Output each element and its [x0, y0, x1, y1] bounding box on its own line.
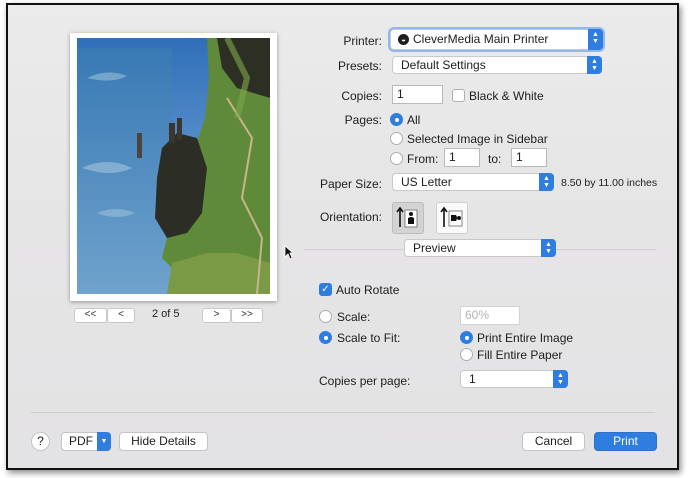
- chevron-updown-icon: ▲ ▼: [587, 56, 602, 74]
- print-entire-image-radio[interactable]: [460, 331, 473, 344]
- scale-to-fit-label: Scale to Fit:: [337, 331, 401, 345]
- black-white-label: Black & White: [469, 89, 544, 103]
- fill-entire-paper-label: Fill Entire Paper: [477, 348, 563, 362]
- section-popup-value: Preview: [413, 241, 456, 255]
- pages-all-radio[interactable]: [390, 113, 403, 126]
- last-page-button[interactable]: >>: [231, 308, 263, 323]
- printer-label: Printer:: [343, 34, 382, 48]
- scale-label: Scale:: [337, 310, 371, 324]
- chevron-updown-icon: ▲ ▼: [588, 29, 603, 50]
- copies-per-page-popup[interactable]: 1 ▲ ▼: [460, 370, 568, 388]
- cancel-button[interactable]: Cancel: [522, 432, 585, 451]
- pages-from-label: From:: [407, 152, 439, 166]
- copies-field[interactable]: 1: [392, 85, 443, 104]
- portrait-icon: [396, 206, 418, 228]
- chevron-updown-icon: ▲ ▼: [539, 173, 554, 191]
- section-popup[interactable]: Preview ▲ ▼: [404, 239, 556, 257]
- chevron-updown-icon: ▲ ▼: [541, 239, 556, 257]
- chevron-down-icon: ▼: [97, 432, 111, 451]
- pages-from-field[interactable]: 1: [444, 148, 480, 167]
- landscape-icon: [440, 206, 463, 227]
- preview-photo: [77, 38, 270, 294]
- copies-label: Copies:: [341, 89, 382, 103]
- printer-popup[interactable]: ◒ CleverMedia Main Printer ▲ ▼: [390, 29, 603, 50]
- pages-from-radio[interactable]: [390, 152, 403, 165]
- print-preview: [70, 33, 277, 301]
- pages-all-label: All: [407, 113, 421, 127]
- paper-dimensions: 8.50 by 11.00 inches: [561, 177, 658, 189]
- pages-label: Pages:: [344, 113, 382, 127]
- next-page-button[interactable]: >: [202, 308, 231, 323]
- chevron-updown-icon: ▲ ▼: [553, 370, 568, 388]
- pages-selected-radio[interactable]: [390, 132, 403, 145]
- printer-status-icon: ◒: [398, 34, 409, 45]
- mouse-cursor-icon: [284, 245, 294, 260]
- pdf-label: PDF: [69, 434, 93, 448]
- pages-selected-label: Selected Image in Sidebar: [407, 132, 548, 146]
- hide-details-button[interactable]: Hide Details: [119, 432, 208, 451]
- page-indicator: 2 of 5: [152, 308, 180, 320]
- footer-divider: [30, 412, 655, 413]
- scale-radio[interactable]: [319, 310, 332, 323]
- auto-rotate-label: Auto Rotate: [336, 283, 400, 297]
- paper-size-value: US Letter: [401, 175, 452, 189]
- pages-to-label: to:: [488, 152, 502, 166]
- fill-entire-paper-radio[interactable]: [460, 348, 473, 361]
- printer-value: CleverMedia Main Printer: [413, 32, 549, 46]
- pages-to-field[interactable]: 1: [511, 148, 547, 167]
- print-button[interactable]: Print: [594, 432, 657, 451]
- presets-popup[interactable]: Default Settings ▲ ▼: [392, 56, 602, 74]
- copies-per-page-value: 1: [469, 372, 476, 386]
- copies-per-page-label: Copies per page:: [319, 374, 411, 388]
- landscape-orientation-button[interactable]: [436, 202, 468, 234]
- orientation-label: Orientation:: [319, 210, 382, 224]
- first-page-button[interactable]: <<: [74, 308, 107, 323]
- help-button[interactable]: ?: [31, 432, 50, 451]
- black-white-checkbox[interactable]: [452, 89, 465, 102]
- print-entire-image-label: Print Entire Image: [477, 331, 574, 345]
- print-dialog: << < 2 of 5 > >> Printer: ◒ CleverMedia …: [6, 3, 679, 470]
- scale-field[interactable]: 60%: [460, 306, 520, 325]
- pdf-menu-button[interactable]: PDF ▼: [61, 432, 111, 451]
- portrait-orientation-button[interactable]: [392, 202, 424, 234]
- auto-rotate-checkbox[interactable]: ✓: [319, 283, 332, 296]
- previous-page-button[interactable]: <: [107, 308, 135, 323]
- paper-size-popup[interactable]: US Letter ▲ ▼: [392, 173, 554, 191]
- presets-label: Presets:: [337, 59, 382, 73]
- scale-to-fit-radio[interactable]: [319, 331, 332, 344]
- presets-value: Default Settings: [401, 58, 486, 72]
- paper-size-label: Paper Size:: [319, 177, 382, 191]
